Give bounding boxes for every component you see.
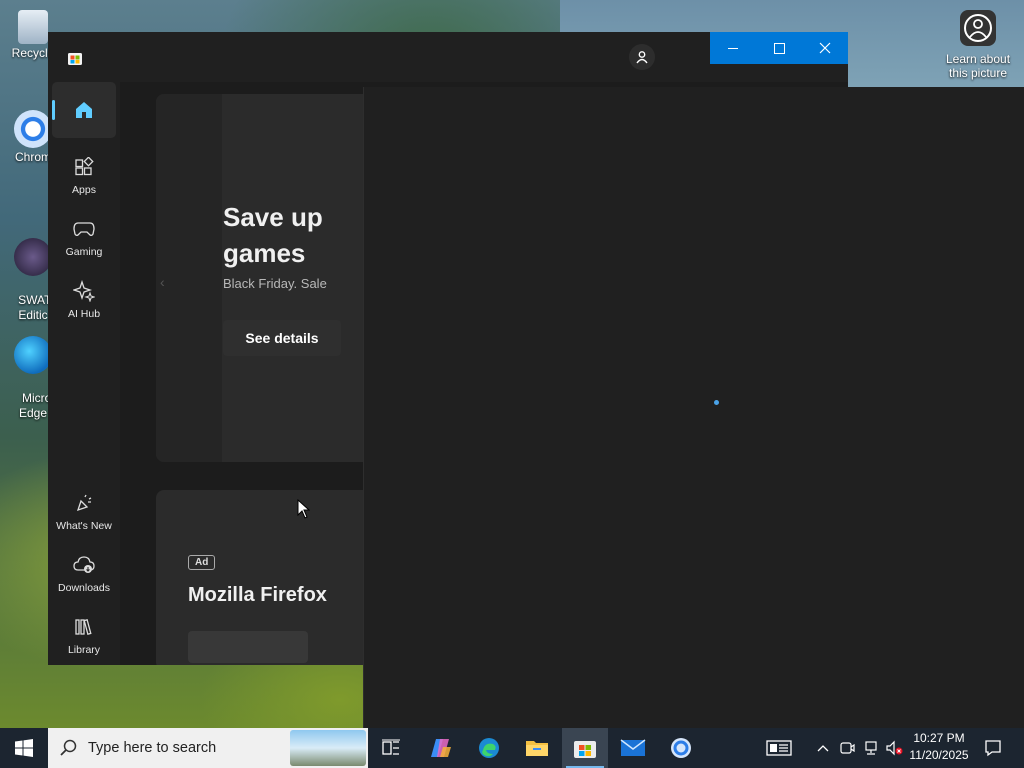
ai-hub-icon	[73, 280, 95, 302]
sidebar-item-label: Apps	[72, 184, 96, 196]
chevron-left-icon[interactable]: ‹	[160, 274, 165, 290]
chrome-taskbar-button[interactable]	[658, 728, 704, 768]
windows-logo-icon	[15, 739, 33, 757]
file-explorer-icon	[526, 741, 548, 756]
ad-badge: Ad	[188, 555, 216, 570]
ad-card[interactable]: Ad Mozilla Firefox	[156, 490, 386, 665]
sidebar-item-label: What's New	[56, 520, 112, 532]
loading-pane	[363, 87, 1024, 728]
sidebar-item-label: Library	[67, 644, 101, 656]
network-icon	[865, 741, 877, 755]
copilot-button[interactable]	[418, 728, 464, 768]
sidebar-item-library[interactable]: Library	[52, 608, 116, 664]
task-view-icon	[382, 739, 400, 755]
file-explorer-button[interactable]	[514, 728, 560, 768]
edge-icon	[14, 336, 52, 374]
news-widget-button[interactable]	[760, 728, 798, 768]
chrome-icon	[671, 738, 691, 758]
sidebar-item-label: Gaming	[65, 246, 103, 258]
library-icon	[74, 616, 94, 638]
user-icon	[636, 51, 648, 64]
sidebar-item-apps[interactable]: Apps	[52, 148, 116, 204]
sidebar: Apps Gaming AI Hub What's New Downloads	[48, 82, 120, 665]
maximize-button[interactable]	[756, 32, 802, 64]
camera-icon	[840, 742, 855, 754]
mouse-cursor-icon	[297, 498, 311, 524]
store-taskbar-button[interactable]	[562, 728, 608, 768]
show-hidden-icons-button[interactable]	[812, 728, 834, 768]
sidebar-item-whats-new[interactable]: What's New	[52, 484, 116, 540]
swat4-icon	[14, 238, 52, 276]
network-button[interactable]	[860, 728, 882, 768]
see-details-button[interactable]: See details	[223, 320, 341, 356]
account-button[interactable]	[629, 44, 655, 70]
close-icon	[819, 42, 831, 54]
clock-time: 10:27 PM	[913, 731, 965, 745]
learn-picture-icon	[960, 10, 996, 46]
loading-spinner-icon	[714, 400, 719, 405]
sidebar-item-gaming[interactable]: Gaming	[52, 210, 116, 266]
apps-icon	[74, 156, 94, 178]
sidebar-item-ai-hub[interactable]: AI Hub	[52, 272, 116, 328]
title-bar[interactable]	[48, 32, 848, 82]
learn-picture-label: Learn about this picture	[945, 52, 1011, 80]
whats-new-icon	[74, 492, 94, 514]
minimize-button[interactable]	[710, 32, 756, 64]
gaming-icon	[73, 218, 95, 240]
ad-card-title: Mozilla Firefox	[188, 584, 327, 606]
meet-now-button[interactable]	[836, 728, 858, 768]
hero-subtitle: Black Friday. Sale	[223, 276, 327, 291]
edge-taskbar-button[interactable]	[466, 728, 512, 768]
sidebar-item-label: AI Hub	[67, 308, 101, 320]
search-placeholder: Type here to search	[88, 740, 217, 756]
learn-about-picture[interactable]: Learn about this picture	[940, 10, 1016, 80]
search-icon	[60, 739, 77, 756]
recycle-bin-icon	[18, 10, 48, 44]
desktop-icon-label: Chrom	[14, 150, 51, 164]
volume-muted-icon	[886, 740, 903, 756]
chevron-up-icon	[817, 745, 829, 752]
downloads-icon	[73, 554, 95, 576]
clock-date: 11/20/2025	[909, 748, 969, 762]
edge-icon	[479, 738, 499, 758]
ad-card-action-button[interactable]	[188, 631, 308, 663]
home-icon	[74, 99, 94, 121]
chrome-icon	[14, 110, 52, 148]
sidebar-item-home[interactable]	[52, 82, 116, 138]
sidebar-item-downloads[interactable]: Downloads	[52, 546, 116, 602]
notifications-icon	[985, 740, 1001, 757]
maximize-icon	[773, 42, 785, 54]
hero-previous-panel: ‹	[156, 94, 222, 462]
copilot-icon	[431, 739, 451, 757]
search-highlight-image	[290, 730, 366, 766]
taskbar-search-box[interactable]: Type here to search	[48, 728, 368, 768]
minimize-icon	[728, 47, 738, 49]
mail-button[interactable]	[610, 728, 656, 768]
sidebar-item-label: Downloads	[58, 582, 110, 594]
start-button[interactable]	[0, 728, 48, 768]
taskbar: Type here to search 10:27 PM 11/20/2025	[0, 728, 1024, 768]
volume-button[interactable]	[882, 728, 906, 768]
mail-icon	[620, 739, 646, 756]
taskbar-clock[interactable]: 10:27 PM 11/20/2025	[906, 730, 972, 764]
action-center-button[interactable]	[978, 728, 1008, 768]
store-logo-icon	[67, 50, 83, 66]
news-icon	[766, 740, 792, 756]
close-button[interactable]	[802, 32, 848, 64]
task-view-button[interactable]	[368, 728, 414, 768]
store-icon	[574, 741, 596, 758]
